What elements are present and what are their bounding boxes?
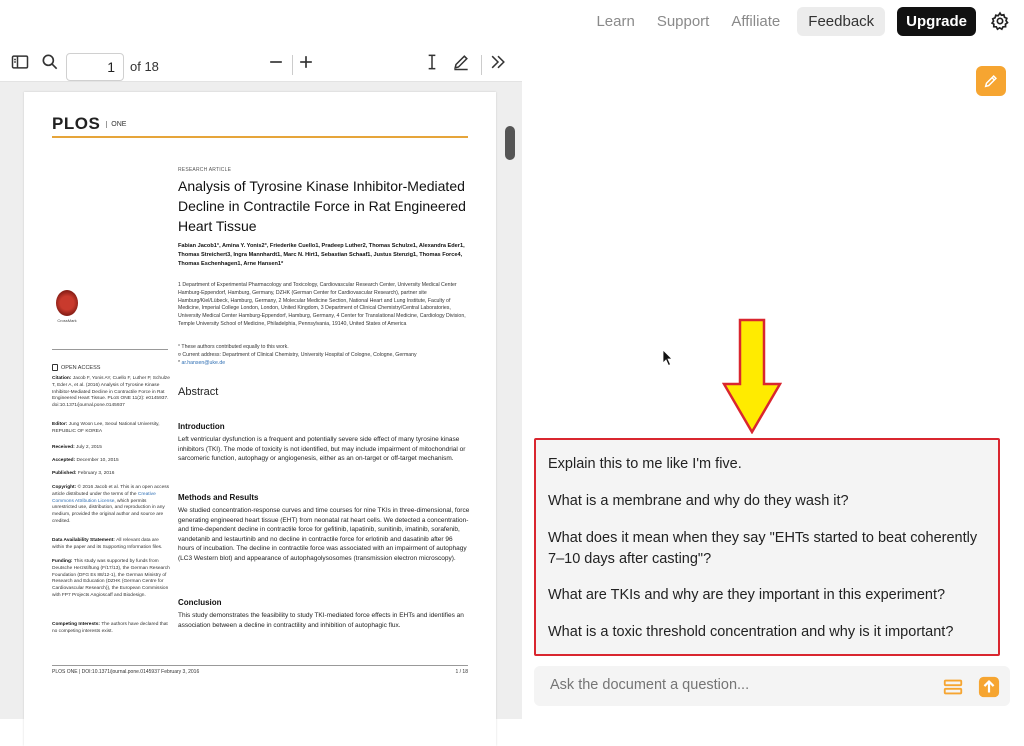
suggestion-item[interactable]: What is a toxic threshold concentration … — [548, 622, 994, 643]
competing-interests-block: Competing Interests: The authors have de… — [52, 622, 168, 634]
zoom-out-icon[interactable] — [266, 52, 286, 72]
current-address-note: ¤ Current address: Department of Clinica… — [178, 351, 417, 358]
toolbar-divider — [481, 55, 482, 75]
top-nav: Learn Support Affiliate Feedback Upgrade — [0, 0, 1024, 42]
chat-panel: Explain this to me like I'm five. What i… — [522, 42, 1024, 719]
introduction-heading: Introduction — [178, 422, 225, 431]
editor-text: Jung Woon Lee, Seoul National University… — [52, 422, 160, 434]
journal-name: PLOS — [52, 114, 101, 133]
received-text: July 2, 2015 — [76, 445, 102, 450]
page-footer-number: 1 / 18 — [455, 669, 468, 675]
conclusion-text: This study demonstrates the feasibility … — [178, 612, 464, 629]
corresponding-email: * ar.hansen@uke.de — [178, 359, 226, 366]
suggestion-item[interactable]: What does it mean when they say "EHTs st… — [548, 528, 994, 570]
text-cursor-icon[interactable] — [422, 52, 442, 72]
received-block: Received: July 2, 2015 — [52, 445, 102, 450]
ask-bar — [534, 666, 1010, 706]
open-access-label: OPEN ACCESS — [52, 364, 100, 371]
journal-suffix: ONE — [106, 120, 126, 128]
article-type: RESEARCH ARTICLE — [178, 167, 232, 173]
page-footer-doi: PLOS ONE | DOI:10.1371/journal.pone.0145… — [52, 669, 200, 675]
search-icon[interactable] — [40, 52, 60, 72]
footer-rule — [52, 665, 468, 666]
pdf-page: PLOS ONE RESEARCH ARTICLE Analysis of Ty… — [24, 92, 496, 746]
email-link[interactable]: ar.hansen@uke.de — [181, 360, 225, 366]
accepted-text: December 10, 2015 — [76, 458, 119, 463]
conclusion-heading: Conclusion — [178, 598, 222, 607]
funding-text: This study was supported by funds from D… — [52, 559, 170, 598]
edit-icon — [984, 75, 997, 88]
crossmark-label: CrossMark — [57, 318, 77, 323]
down-arrow-icon — [722, 318, 782, 434]
plos-logo: PLOS ONE — [52, 114, 126, 134]
editor-block: Editor: Jung Woon Lee, Seoul National Un… — [52, 422, 160, 434]
pdf-viewer: of 18 PLOS ONE RESEARCH ARTICLE Analysis… — [0, 42, 522, 746]
methods-heading: Methods and Results — [178, 493, 259, 502]
introduction-text: Left ventricular dysfunction is a freque… — [178, 436, 466, 462]
suggestion-item[interactable]: Explain this to me like I'm five. — [548, 454, 994, 475]
author-list: Fabian Jacob1°, Amina Y. Yonis2°, Friede… — [178, 243, 465, 267]
equal-contribution-note: ° These authors contributed equally to t… — [178, 344, 289, 350]
header-rule — [52, 136, 468, 138]
zoom-in-icon[interactable] — [296, 52, 316, 72]
mouse-pointer-icon — [662, 349, 673, 367]
expand-icon[interactable] — [488, 52, 508, 72]
published-text: February 3, 2016 — [77, 471, 115, 476]
sidebar-toggle-icon[interactable] — [10, 52, 30, 72]
edit-button[interactable] — [976, 66, 1006, 96]
published-block: Published: February 3, 2016 — [52, 471, 115, 476]
open-access-text: OPEN ACCESS — [61, 364, 101, 371]
suggested-questions: Explain this to me like I'm five. What i… — [534, 438, 1000, 656]
support-link[interactable]: Support — [646, 13, 721, 30]
sidebar-rule — [52, 349, 168, 350]
feedback-button[interactable]: Feedback — [797, 6, 886, 36]
data-availability-block: Data Availability Statement: All relevan… — [52, 538, 163, 550]
abstract-heading: Abstract — [178, 386, 219, 398]
affiliate-link[interactable]: Affiliate — [720, 13, 791, 30]
toolbar-divider — [292, 55, 293, 75]
pen-icon[interactable] — [451, 52, 471, 72]
lock-icon — [52, 364, 58, 371]
article-title: Analysis of Tyrosine Kinase Inhibitor-Me… — [178, 178, 466, 234]
copyright-block: Copyright: © 2016 Jacob et al. This is a… — [52, 485, 170, 524]
suggestion-item[interactable]: What is a membrane and why do they wash … — [548, 491, 994, 512]
pdf-scrollbar[interactable] — [504, 82, 516, 722]
page-number-input[interactable] — [66, 53, 124, 81]
crossmark-badge[interactable]: CrossMark — [54, 290, 80, 323]
ask-question-input[interactable] — [550, 677, 930, 693]
pdf-toolbar: of 18 — [0, 42, 522, 82]
page-total-label: of 18 — [130, 59, 159, 74]
accepted-block: Accepted: December 10, 2015 — [52, 458, 119, 463]
funding-block: Funding: This study was supported by fun… — [52, 559, 170, 598]
author-notes: ° These authors contributed equally to t… — [178, 344, 473, 367]
suggestion-item[interactable]: What are TKIs and why are they important… — [548, 585, 994, 606]
crossmark-icon — [56, 290, 78, 316]
scroll-thumb[interactable] — [505, 126, 515, 160]
methods-text: We studied concentration-response curves… — [178, 507, 470, 562]
upgrade-button[interactable]: Upgrade — [897, 6, 976, 36]
citation-block: Citation: Jacob F, Yonis AY, Cuello F, L… — [52, 376, 170, 409]
affiliations: 1 Department of Experimental Pharmacolog… — [178, 282, 466, 327]
learn-link[interactable]: Learn — [585, 13, 645, 30]
list-icon[interactable] — [942, 676, 964, 698]
send-icon[interactable] — [978, 676, 1000, 698]
gear-icon[interactable] — [990, 11, 1010, 31]
